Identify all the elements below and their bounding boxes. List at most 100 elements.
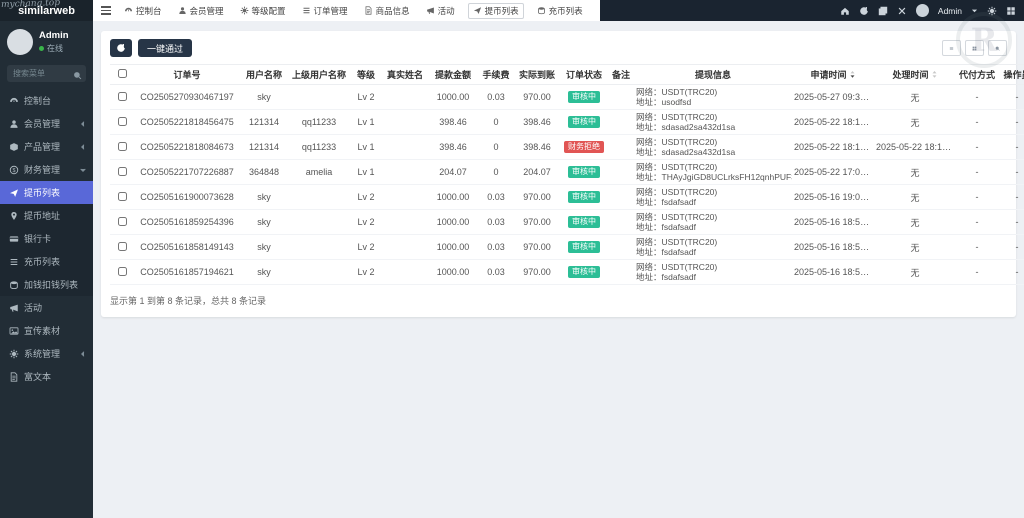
cell-apply-time: 2025-05-22 17:07:22 xyxy=(792,159,874,185)
cell-actual-amount: 398.46 xyxy=(514,109,560,135)
column-header: 订单状态 xyxy=(560,64,608,85)
gear-icon[interactable] xyxy=(987,6,997,16)
column-header[interactable]: 处理时间 xyxy=(874,64,956,85)
cell-user-name: 364848 xyxy=(240,159,288,185)
doc-icon xyxy=(9,371,19,382)
approve-all-button[interactable]: 一键通过 xyxy=(138,39,193,57)
cell-pay-method: - xyxy=(956,184,998,210)
cell-pay-method: - xyxy=(956,259,998,285)
sidebar-item-members[interactable]: 会员管理 xyxy=(0,112,93,135)
table-row: CO2505221818456475 121314 qq11233 Lv 1 398.4… xyxy=(110,109,1024,135)
refresh-icon[interactable] xyxy=(859,6,869,16)
sidebar-item-adjust-list[interactable]: 加钱扣钱列表 xyxy=(0,273,93,296)
chevron-left-icon xyxy=(79,143,87,151)
cell-operator: - xyxy=(998,134,1024,160)
topnav-item-label: 控制台 xyxy=(136,5,162,16)
topnav-item-withdraw-list[interactable]: 提币列表 xyxy=(467,2,524,19)
sidebar-item-finance[interactable]: $ 财务管理 xyxy=(0,158,93,181)
topnav-item-level-config[interactable]: 等级配置 xyxy=(237,3,289,19)
windows-icon[interactable] xyxy=(878,6,888,16)
table-header-row: 订单号 用户名称 上级用户名称 等级 真实姓名 提款金额 手续费 实际到账 订单状态 备注 提现信息… xyxy=(110,64,1024,85)
row-checkbox[interactable] xyxy=(117,166,127,176)
topnav-item-members[interactable]: 会员管理 xyxy=(175,3,227,19)
cell-withdraw-info: 网络：USDT(TRC20) 地址：sdasad2sa432d1sa xyxy=(634,134,792,160)
select-all-checkbox[interactable] xyxy=(117,69,127,78)
refresh-button[interactable] xyxy=(110,39,132,57)
cell-user-name: 121314 xyxy=(240,134,288,160)
sidebar-item-promo-material[interactable]: 宣传素材 xyxy=(0,319,93,342)
home-icon[interactable] xyxy=(840,6,850,16)
topnav-item-console[interactable]: 控制台 xyxy=(121,3,165,19)
search-view-button[interactable] xyxy=(988,40,1007,56)
cell-pay-method: - xyxy=(956,209,998,235)
cell-real-name xyxy=(382,259,428,285)
sidebar-item-products[interactable]: 产品管理 xyxy=(0,135,93,158)
table-row: CO2505161900073628 sky Lv 2 1000.00 0.03 970.… xyxy=(110,184,1024,210)
sidebar-item-system[interactable]: 系统管理 xyxy=(0,342,93,365)
cell-user-name: sky xyxy=(240,84,288,110)
topbar-user-name[interactable]: Admin xyxy=(938,6,962,16)
row-checkbox[interactable] xyxy=(117,91,127,101)
cell-level: Lv 2 xyxy=(350,234,382,260)
column-header: 提款金额 xyxy=(428,64,478,85)
cell-user-name: sky xyxy=(240,209,288,235)
column-header[interactable]: 申请时间 xyxy=(792,64,874,85)
sidebar-item-withdraw-addr[interactable]: 提币地址 xyxy=(0,204,93,227)
cell-parent-user xyxy=(288,84,350,110)
topnav-item-label: 会员管理 xyxy=(189,5,224,16)
column-header: 用户名称 xyxy=(240,64,288,85)
topnav-item-activity[interactable]: 活动 xyxy=(423,3,458,19)
sidebar-item-deposit-list[interactable]: 充币列表 xyxy=(0,250,93,273)
topnav-item-orders[interactable]: 订单管理 xyxy=(299,3,351,19)
cell-actual-amount: 970.00 xyxy=(514,234,560,260)
cell-real-name xyxy=(382,209,428,235)
topbar: 控制台 会员管理 等级配置 订单管理 商品信息 活动 提币列表 充币列表 Admin xyxy=(93,0,1024,21)
topbar-avatar[interactable] xyxy=(915,4,929,17)
person-icon xyxy=(9,119,19,129)
cell-process-time: 无 xyxy=(874,234,956,260)
sidebar-menu: 控制台 会员管理 产品管理 $ 财务管理提币列表提币地址 银行卡 充币列表 加钱扣钱列表 活动宣… xyxy=(0,89,93,518)
sidebar-item-activity[interactable]: 活动 xyxy=(0,296,93,319)
sidebar-item-withdraw-list[interactable]: 提币列表 xyxy=(0,181,93,204)
hamburger-menu-icon[interactable] xyxy=(101,6,111,15)
column-header: 上级用户名称 xyxy=(288,64,350,85)
cell-withdraw-info: 网络：USDT(TRC20) 地址：fsdafsadf xyxy=(634,209,792,235)
cell-operator: - xyxy=(998,209,1024,235)
table-row: CO2505221707226887 364848 amelia Lv 1 204.07… xyxy=(110,159,1024,185)
cell-level: Lv 2 xyxy=(350,184,382,210)
cell-remark xyxy=(608,184,634,210)
row-checkbox[interactable] xyxy=(117,241,127,251)
status-badge: 财务拒绝 xyxy=(564,141,604,153)
grid-view-button[interactable] xyxy=(965,40,984,56)
row-checkbox[interactable] xyxy=(117,191,127,201)
cell-apply-time: 2025-05-22 18:18:08 xyxy=(792,134,874,160)
sidebar-item-bank-card[interactable]: 银行卡 xyxy=(0,227,93,250)
cell-level: Lv 2 xyxy=(350,259,382,285)
row-checkbox[interactable] xyxy=(117,216,127,226)
cell-order-no: CO2505221818456475 xyxy=(134,109,240,135)
sidebar-item-console[interactable]: 控制台 xyxy=(0,89,93,112)
sort-icon[interactable] xyxy=(849,70,856,79)
menu-view-button[interactable] xyxy=(942,40,961,56)
grid-icon[interactable] xyxy=(1006,6,1016,16)
table-row: CO2505270930467197 sky Lv 2 1000.00 0.03 970.… xyxy=(110,84,1024,110)
topnav-item-product-info[interactable]: 商品信息 xyxy=(361,3,413,19)
cell-remark xyxy=(608,159,634,185)
gear-icon xyxy=(240,6,249,15)
sort-icon[interactable] xyxy=(931,70,938,79)
row-checkbox[interactable] xyxy=(117,266,127,276)
row-checkbox[interactable] xyxy=(117,141,127,151)
sidebar-item-rich-text[interactable]: 富文本 xyxy=(0,365,93,388)
megaphone-icon xyxy=(9,303,19,313)
table-body: CO2505270930467197 sky Lv 2 1000.00 0.03 970.… xyxy=(110,84,1024,285)
withdraw-table: 订单号 用户名称 上级用户名称 等级 真实姓名 提款金额 手续费 实际到账 订单状态 备注 提现信息… xyxy=(110,64,1024,285)
close-icon[interactable] xyxy=(897,6,907,16)
row-checkbox[interactable] xyxy=(117,116,127,126)
content: 一键通过 订单号 用户名称 上级用户名称 等级 真实姓名 提款金额 手续费 实际… xyxy=(93,21,1024,518)
topnav-item-deposit-list[interactable]: 充币列表 xyxy=(534,3,586,19)
status-badge: 审核中 xyxy=(568,166,600,178)
cell-operator: - xyxy=(998,234,1024,260)
list-icon xyxy=(302,6,311,15)
sidebar-item-label: 提币列表 xyxy=(24,188,61,198)
status-badge: 审核中 xyxy=(568,116,600,128)
